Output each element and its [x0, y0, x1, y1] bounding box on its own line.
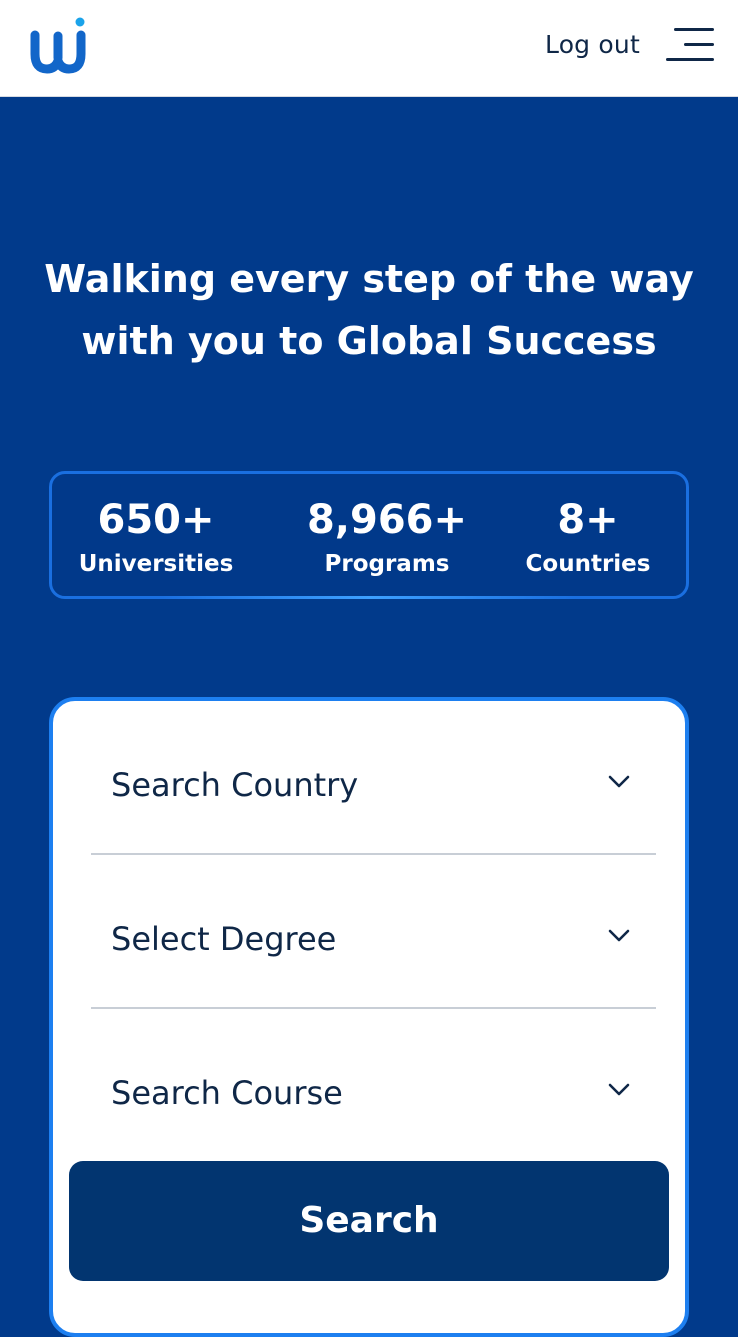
- stat-value: 8+: [557, 497, 619, 543]
- hero-line-1: Walking every step of the way: [44, 257, 694, 301]
- stat-label: Countries: [525, 551, 651, 577]
- hamburger-menu-icon[interactable]: [664, 26, 714, 66]
- hero-line-2: with you to Global Success: [81, 319, 657, 363]
- top-header: Log out: [0, 0, 738, 97]
- country-select-label: Search Country: [111, 766, 359, 804]
- chevron-down-icon: [608, 1083, 630, 1096]
- stat-countries: 8+ Countries: [504, 492, 672, 580]
- wi-logo-icon[interactable]: [30, 14, 88, 76]
- chevron-down-icon: [608, 775, 630, 788]
- course-select[interactable]: Search Course: [91, 1009, 656, 1163]
- stat-value: 650+: [97, 497, 215, 543]
- stats-glow-line: [162, 596, 576, 599]
- stat-label: Programs: [324, 551, 450, 577]
- stat-label: Universities: [78, 551, 234, 577]
- logout-link[interactable]: Log out: [545, 28, 640, 62]
- search-card: Search Country Select Degree Search Cour…: [49, 697, 689, 1337]
- country-select[interactable]: Search Country: [91, 701, 656, 855]
- stat-programs: 8,966+ Programs: [287, 492, 487, 580]
- degree-select[interactable]: Select Degree: [91, 855, 656, 1009]
- course-select-label: Search Course: [111, 1074, 343, 1112]
- chevron-down-icon: [608, 929, 630, 942]
- stat-universities: 650+ Universities: [66, 492, 246, 580]
- hero-heading: Walking every step of the way with you t…: [0, 248, 738, 372]
- degree-select-label: Select Degree: [111, 920, 337, 958]
- stat-value: 8,966+: [306, 497, 468, 543]
- stats-panel: 650+ Universities 8,966+ Programs 8+ Cou…: [49, 471, 689, 599]
- search-button[interactable]: Search: [69, 1161, 669, 1281]
